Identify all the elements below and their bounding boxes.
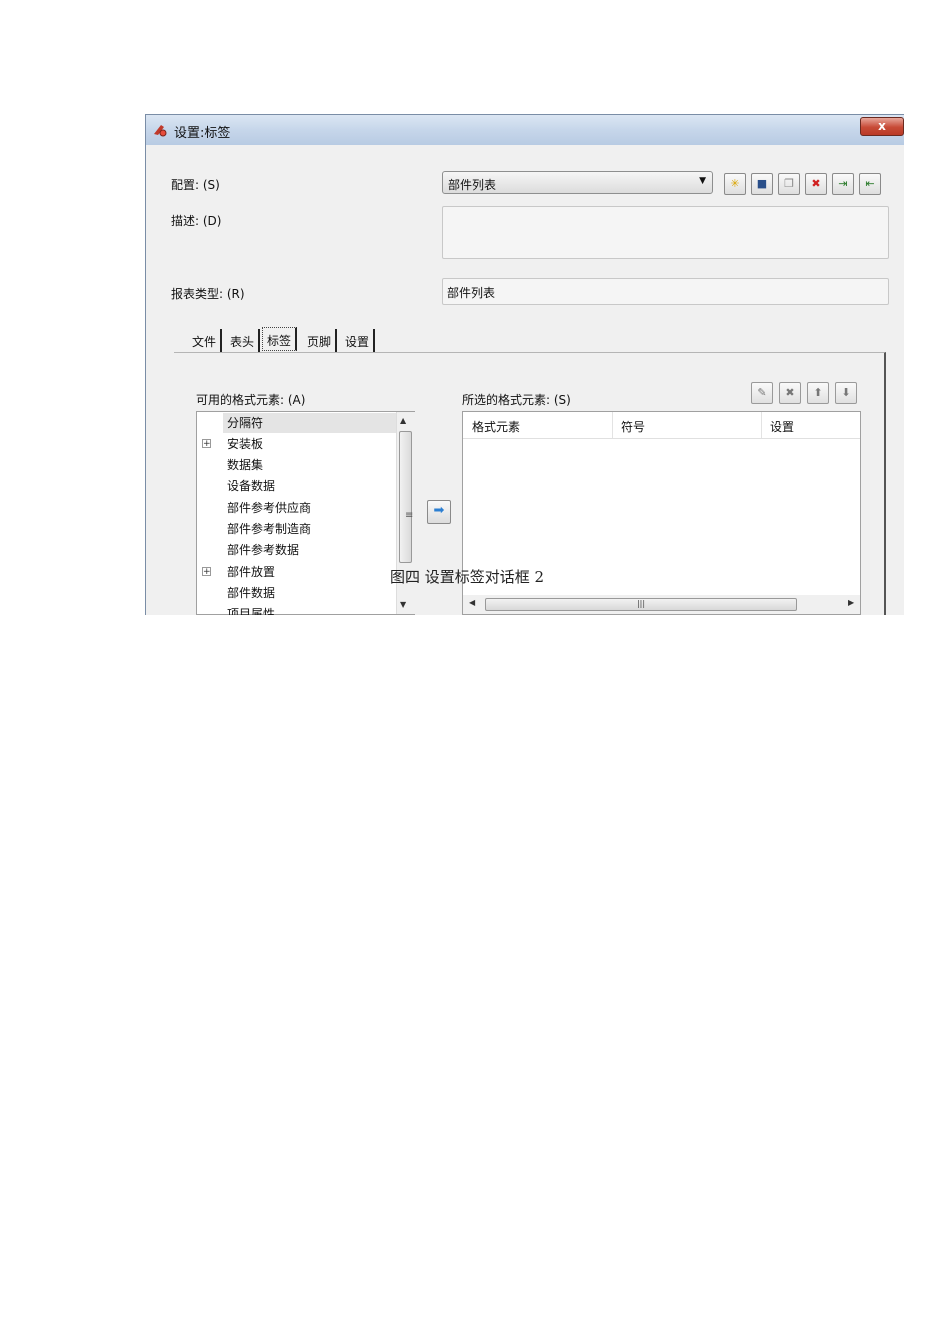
available-elements-list[interactable]: 分隔符 + 安装板 数据集 设备数据 部件参考供应商 部件参考制造商 部件参考数… <box>196 411 415 615</box>
column-header[interactable]: 设置 <box>770 418 794 435</box>
expand-icon[interactable]: + <box>202 439 211 449</box>
arrow-up-icon: ⬆ <box>813 386 823 399</box>
tab-label: 设置 <box>345 335 370 349</box>
delete-config-button[interactable]: ✖ <box>805 173 827 195</box>
list-item[interactable]: 部件放置 <box>227 562 275 582</box>
pencil-icon: ✎ <box>757 386 767 399</box>
list-item[interactable]: 安装板 <box>227 434 263 454</box>
copy-icon: ❐ <box>784 177 794 190</box>
export-icon: ⇤ <box>865 177 875 190</box>
new-config-button[interactable]: ✳ <box>724 173 746 195</box>
grip-icon: ≡ <box>405 510 414 521</box>
scroll-thumb[interactable]: ≡ <box>399 431 414 563</box>
delete-icon: ✖ <box>811 177 821 190</box>
scroll-left-icon[interactable]: ◀ <box>469 598 475 607</box>
column-header[interactable]: 格式元素 <box>472 418 520 435</box>
selected-elements-label: 所选的格式元素: (S) <box>462 393 571 407</box>
list-item[interactable]: 部件数据 <box>227 583 275 603</box>
column-header[interactable]: 符号 <box>621 418 645 435</box>
report-type-label: 报表类型: (R) <box>171 287 245 301</box>
list-item[interactable]: 数据集 <box>227 455 263 475</box>
grid-horizontal-scrollbar[interactable]: ◀ ||| ▶ <box>463 595 860 614</box>
tab-header[interactable]: 表头 <box>226 329 261 352</box>
config-label: 配置: (S) <box>171 178 220 192</box>
move-down-button[interactable]: ⬇ <box>835 382 857 404</box>
list-item[interactable]: 分隔符 <box>223 413 397 433</box>
remove-element-button[interactable]: ✖ <box>779 382 801 404</box>
arrow-down-icon: ⬇ <box>841 386 851 399</box>
settings-dialog: 设置:标签 x 配置: (S) 部件列表 ▼ ✳ ■ ❐ ✖ ⇥ ⇤ 描述: (… <box>145 114 904 615</box>
tab-file[interactable]: 文件 <box>188 329 223 352</box>
scroll-thumb[interactable]: ||| <box>485 598 797 611</box>
close-button[interactable]: x <box>860 117 904 136</box>
list-item[interactable]: 部件参考供应商 <box>227 498 311 518</box>
new-icon: ✳ <box>730 177 740 190</box>
list-item[interactable]: 部件参考制造商 <box>227 519 311 539</box>
export-config-button[interactable]: ⇤ <box>859 173 881 195</box>
arrow-right-icon: ➡ <box>433 503 445 518</box>
grid-header: 格式元素 符号 设置 <box>463 412 860 439</box>
copy-config-button[interactable]: ❐ <box>778 173 800 195</box>
grip-icon: ||| <box>636 599 646 608</box>
expand-icon[interactable]: + <box>202 567 211 577</box>
window-title: 设置:标签 <box>174 126 231 141</box>
import-icon: ⇥ <box>838 177 848 190</box>
scroll-down-icon[interactable]: ▼ <box>400 600 406 609</box>
title-bar[interactable]: 设置:标签 x <box>146 115 904 145</box>
tab-label: 表头 <box>230 335 255 349</box>
save-icon: ■ <box>756 177 768 190</box>
tab-label: 页脚 <box>307 335 332 349</box>
tab-footer[interactable]: 页脚 <box>303 329 338 352</box>
chevron-down-icon: ▼ <box>699 176 706 186</box>
report-type-value: 部件列表 <box>447 286 496 300</box>
tab-label-settings[interactable]: 标签 <box>262 327 298 351</box>
import-config-button[interactable]: ⇥ <box>832 173 854 195</box>
move-up-button[interactable]: ⬆ <box>807 382 829 404</box>
tab-label: 标签 <box>267 334 292 348</box>
tab-label: 文件 <box>192 335 217 349</box>
scroll-up-icon[interactable]: ▲ <box>400 416 406 425</box>
add-element-button[interactable]: ➡ <box>427 500 451 524</box>
column-divider[interactable] <box>761 412 762 438</box>
edit-element-button[interactable]: ✎ <box>751 382 773 404</box>
column-divider[interactable] <box>612 412 613 438</box>
config-value: 部件列表 <box>448 178 497 192</box>
report-type-field: 部件列表 <box>442 278 889 305</box>
description-label: 描述: (D) <box>171 214 222 228</box>
tab-settings[interactable]: 设置 <box>341 329 376 352</box>
list-item[interactable]: 项目属性 <box>227 604 275 615</box>
delete-icon: ✖ <box>785 386 795 399</box>
list-item[interactable]: 部件参考数据 <box>227 540 299 560</box>
save-config-button[interactable]: ■ <box>751 173 773 195</box>
app-icon <box>154 125 167 137</box>
scroll-right-icon[interactable]: ▶ <box>848 598 854 607</box>
description-field[interactable] <box>442 206 889 259</box>
list-item[interactable]: 设备数据 <box>227 476 275 496</box>
config-dropdown[interactable]: 部件列表 ▼ <box>442 171 713 194</box>
figure-caption: 图四 设置标签对话框 2 <box>390 568 545 586</box>
available-elements-label: 可用的格式元素: (A) <box>196 393 306 407</box>
